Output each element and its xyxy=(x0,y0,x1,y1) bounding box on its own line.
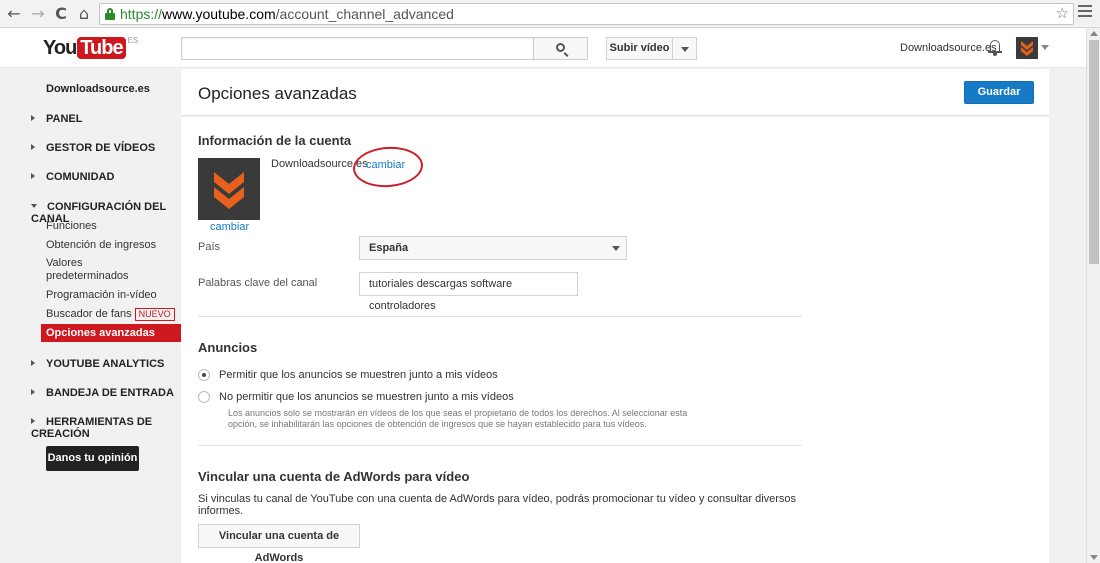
creator-sidebar: Downloadsource.es PANEL GESTOR DE VÍDEOS… xyxy=(0,69,181,563)
sidebar-item-community[interactable]: COMUNIDAD xyxy=(31,171,114,183)
chevron-down-icon xyxy=(681,47,689,52)
chevron-right-icon xyxy=(31,173,35,179)
save-button[interactable]: Guardar xyxy=(964,81,1034,104)
channel-keywords-label: Palabras clave del canal xyxy=(198,277,318,289)
section-divider xyxy=(198,445,802,446)
chevron-right-icon xyxy=(31,389,35,395)
feedback-button[interactable]: Danos tu opinión xyxy=(46,446,139,471)
section-divider xyxy=(198,316,802,317)
sidebar-subitem-monetization[interactable]: Obtención de ingresos xyxy=(46,239,156,252)
adwords-description: Si vinculas tu canal de YouTube con una … xyxy=(198,493,797,517)
chevron-right-icon xyxy=(31,144,35,150)
search-input[interactable] xyxy=(181,37,534,60)
deny-ads-radio[interactable] xyxy=(198,391,210,403)
search-button[interactable] xyxy=(533,37,588,60)
scroll-up-icon[interactable] xyxy=(1090,31,1098,36)
channel-chevron-logo-icon xyxy=(214,172,244,209)
browser-toolbar: ← → C ⌂ https://www.youtube.com/account_… xyxy=(0,0,1100,28)
sidebar-item-inbox[interactable]: BANDEJA DE ENTRADA xyxy=(31,387,174,399)
chevron-right-icon xyxy=(31,418,35,424)
country-select[interactable]: España xyxy=(359,236,627,260)
allow-ads-radio[interactable] xyxy=(198,369,210,381)
sidebar-subitem-advanced[interactable]: Opciones avanzadas xyxy=(41,324,181,342)
scroll-down-icon[interactable] xyxy=(1090,555,1098,560)
chevron-right-icon xyxy=(31,115,35,121)
address-bar[interactable]: https://www.youtube.com/account_channel_… xyxy=(99,3,1074,25)
page-title: Opciones avanzadas xyxy=(198,84,357,103)
notifications-bell-icon[interactable] xyxy=(988,39,1002,56)
upload-dropdown-button[interactable] xyxy=(672,37,697,60)
change-avatar-link[interactable]: cambiar xyxy=(210,221,249,233)
sidebar-item-analytics[interactable]: YOUTUBE ANALYTICS xyxy=(31,358,164,370)
reload-icon[interactable]: C xyxy=(51,4,71,24)
url-text: https://www.youtube.com/account_channel_… xyxy=(120,6,454,22)
channel-keywords-input[interactable]: tutoriales descargas software controlado… xyxy=(359,272,578,312)
scroll-thumb[interactable] xyxy=(1089,40,1099,264)
sidebar-item-panel[interactable]: PANEL xyxy=(31,113,82,125)
sidebar-subitem-invideo[interactable]: Programación in-vídeo xyxy=(46,289,157,302)
chevron-down-icon xyxy=(612,246,620,251)
new-badge: NUEVO xyxy=(134,308,175,321)
highlight-circle xyxy=(351,144,425,190)
sidebar-subitem-features[interactable]: Funciones xyxy=(46,220,97,233)
avatar[interactable] xyxy=(1016,37,1038,59)
page-header: Opciones avanzadas Guardar xyxy=(181,69,1049,116)
home-icon[interactable]: ⌂ xyxy=(74,4,94,24)
lock-icon xyxy=(105,8,115,20)
page-scrollbar[interactable] xyxy=(1086,28,1100,563)
link-adwords-button[interactable]: Vincular una cuenta de AdWords xyxy=(198,524,360,563)
account-name: Downloadsource.es xyxy=(900,42,997,54)
allow-ads-label[interactable]: Permitir que los anuncios se muestren ju… xyxy=(219,369,498,381)
ads-title: Anuncios xyxy=(198,340,258,355)
bookmark-star-icon[interactable]: ☆ xyxy=(1056,4,1069,22)
youtube-logo[interactable]: You Tube ES xyxy=(43,36,138,59)
forward-icon[interactable]: → xyxy=(28,4,48,24)
sidebar-subitem-defaults[interactable]: Valores predeterminados xyxy=(46,257,136,283)
back-icon[interactable]: ← xyxy=(4,4,24,24)
browser-menu-icon[interactable] xyxy=(1078,5,1092,19)
chevron-down-icon xyxy=(31,204,37,208)
sidebar-item-video-manager[interactable]: GESTOR DE VÍDEOS xyxy=(31,142,155,154)
youtube-header: You Tube ES Subir vídeo Downloadsource.es xyxy=(0,28,1086,68)
advanced-settings-panel: Información de la cuenta cambiar Downloa… xyxy=(181,117,1049,563)
chevron-right-icon xyxy=(31,360,35,366)
upload-video-button[interactable]: Subir vídeo xyxy=(606,37,673,60)
channel-avatar[interactable] xyxy=(198,158,260,220)
search-icon xyxy=(556,43,565,52)
deny-ads-label[interactable]: No permitir que los anuncios se muestren… xyxy=(219,391,514,403)
adwords-title: Vincular una cuenta de AdWords para víde… xyxy=(198,469,470,484)
sidebar-item-creator-tools[interactable]: HERRAMIENTAS DE CREACIÓN xyxy=(31,416,181,440)
account-info-title: Información de la cuenta xyxy=(198,133,352,148)
channel-chevron-logo-icon xyxy=(1021,41,1033,56)
sidebar-subitem-fan-finder[interactable]: Buscador de fans NUEVO xyxy=(46,308,175,321)
account-menu-caret-icon[interactable] xyxy=(1041,45,1049,50)
sidebar-channel-name[interactable]: Downloadsource.es xyxy=(46,83,150,95)
ads-help-text: Los anuncios solo se mostrarán en vídeos… xyxy=(228,408,688,429)
country-label: País xyxy=(198,241,221,253)
